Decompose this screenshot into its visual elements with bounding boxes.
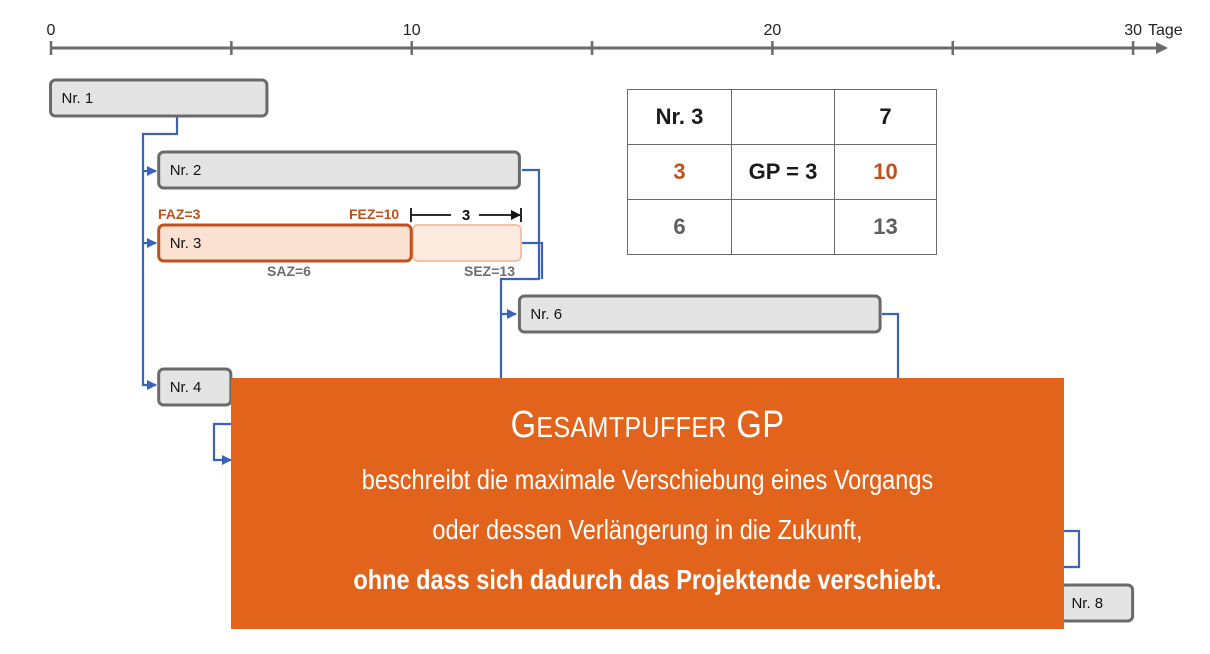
bar-nr2: Nr. 2 bbox=[157, 150, 521, 190]
bar-label: Nr. 2 bbox=[170, 162, 202, 179]
connector-nr1-nr3 bbox=[141, 171, 157, 248]
axis-tick-label: 0 bbox=[47, 22, 56, 39]
bar-label: Nr. 3 bbox=[170, 235, 202, 252]
title-abbrev: GP bbox=[726, 404, 785, 446]
definition-line-1: beschreibt die maximale Verschiebung ein… bbox=[361, 464, 934, 495]
node-gp: GP = 3 bbox=[731, 144, 835, 200]
nr3-buffer-ghost bbox=[412, 224, 522, 262]
node-fez: 10 bbox=[834, 144, 937, 200]
node-duration: 7 bbox=[834, 89, 937, 145]
node-table-row-top: Nr. 3 7 bbox=[627, 89, 937, 145]
bar-rect bbox=[157, 150, 521, 190]
buffer-span-label: 3 bbox=[462, 207, 470, 224]
network-node-table: Nr. 3 7 3 GP = 3 10 6 13 bbox=[627, 89, 937, 255]
bar-nr8: Nr. 8 bbox=[1058, 583, 1135, 623]
node-table-row-late: 6 13 bbox=[627, 199, 937, 255]
node-empty-top bbox=[731, 89, 835, 145]
bar-nr4: Nr. 4 bbox=[157, 367, 233, 407]
axis-unit-label: Tage bbox=[1148, 22, 1183, 39]
node-table-row-early: 3 GP = 3 10 bbox=[627, 144, 937, 200]
node-name: Nr. 3 bbox=[627, 89, 732, 145]
connector-nr4-down bbox=[212, 422, 232, 465]
node-saz: 6 bbox=[627, 199, 732, 255]
bar-label: Nr. 6 bbox=[530, 306, 562, 323]
connector-to-nr8 bbox=[1064, 529, 1081, 569]
bar-label: Nr. 4 bbox=[170, 379, 202, 396]
faz-label: FAZ=3 bbox=[158, 206, 201, 222]
definition-line-3: ohne dass sich dadurch das Projektende v… bbox=[353, 564, 942, 595]
bar-label: Nr. 1 bbox=[62, 90, 94, 107]
axis-tick-label: 20 bbox=[764, 22, 782, 39]
definition-title: GESAMTPUFFER GP bbox=[289, 404, 1005, 447]
node-faz: 3 bbox=[627, 144, 732, 200]
saz-label: SAZ=6 bbox=[267, 263, 311, 279]
axis-ticks: 0 10 20 30 bbox=[47, 22, 1142, 55]
node-sez: 13 bbox=[834, 199, 937, 255]
bar-nr3: Nr. 3 bbox=[157, 223, 413, 263]
bar-label: Nr. 8 bbox=[1071, 595, 1103, 612]
definition-callout: GESAMTPUFFER GP beschreibt die maximale … bbox=[231, 378, 1064, 629]
axis-tick-label: 10 bbox=[403, 22, 421, 39]
bar-nr1: Nr. 1 bbox=[49, 78, 269, 118]
sez-label: SEZ=13 bbox=[464, 263, 515, 279]
bar-nr6: Nr. 6 bbox=[517, 294, 882, 334]
fez-label: FEZ=10 bbox=[349, 206, 399, 222]
bar-rect bbox=[517, 294, 882, 334]
connector-nr6-out bbox=[882, 312, 900, 380]
title-small-caps: ESAMTPUFFER bbox=[536, 412, 727, 444]
connector-nr1-nr4 bbox=[141, 243, 157, 390]
definition-line-2: oder dessen Verlängerung in die Zukunft, bbox=[432, 514, 863, 545]
title-initial: G bbox=[510, 404, 537, 446]
node-empty-bottom bbox=[731, 199, 835, 255]
time-axis: 0 10 20 30 Tage bbox=[47, 22, 1183, 55]
axis-tick-label: 30 bbox=[1124, 22, 1142, 39]
